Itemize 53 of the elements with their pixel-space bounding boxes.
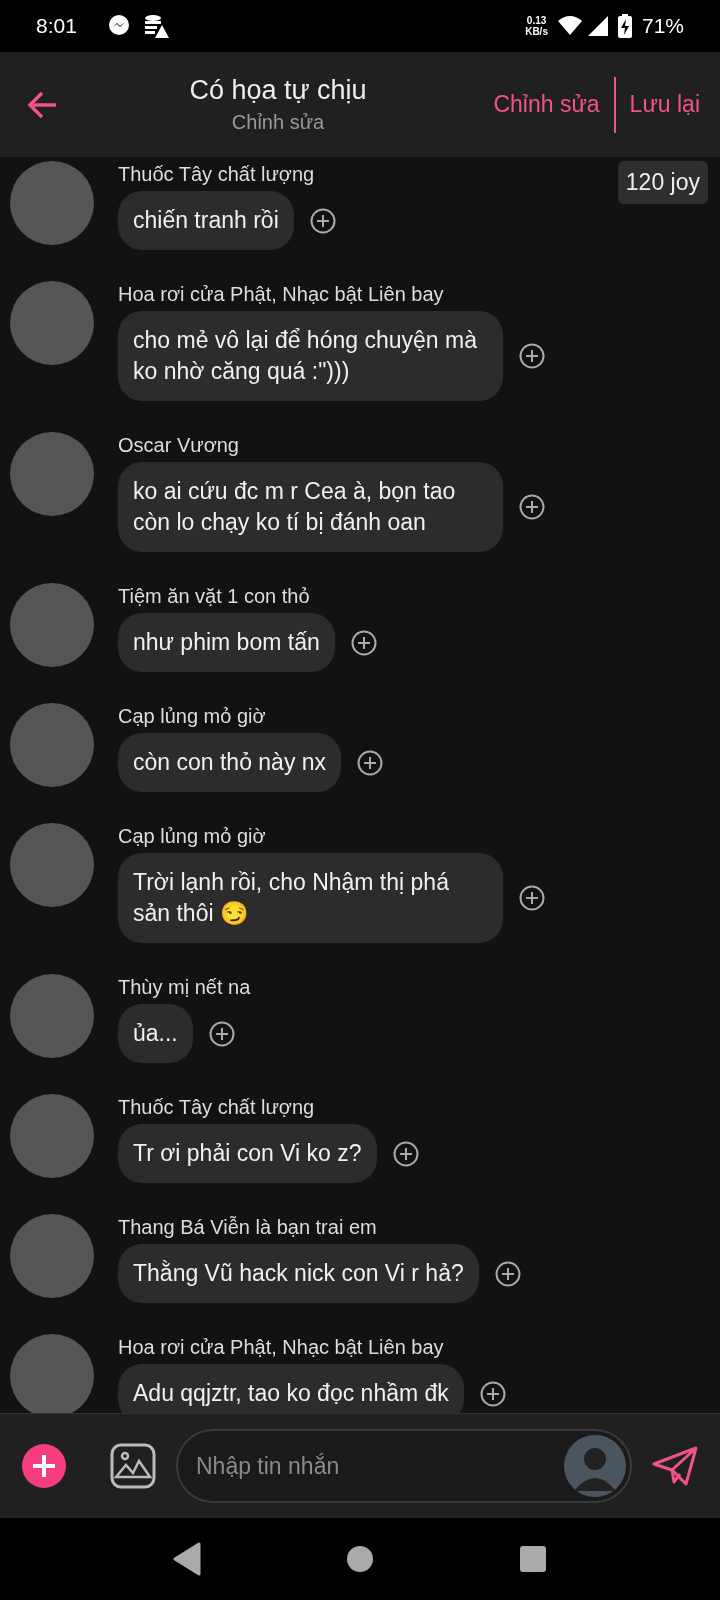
add-reaction-icon[interactable] (519, 494, 545, 520)
recents-icon[interactable] (519, 1545, 548, 1573)
back-icon[interactable] (172, 1542, 201, 1576)
message-bubble: Tr ơi phải con Vi ko z? (118, 1124, 377, 1183)
battery-charging-icon (617, 14, 632, 38)
sender-name: Tiệm ăn vặt 1 con thỏ (118, 584, 311, 609)
message-bubble: cho mẻ vô lại để hóng chuyện mà ko nhờ căng quá :"))) (118, 311, 503, 401)
edit-button[interactable]: Chỉnh sửa (493, 87, 600, 122)
avatar-icon (564, 1435, 626, 1497)
image-icon[interactable] (110, 1443, 156, 1489)
message-bubble: như phim bom tấn (118, 613, 335, 672)
sender-name: Hoa rơi cửa Phật, Nhạc bật Liên bay (118, 1335, 445, 1360)
add-reaction-icon[interactable] (392, 1140, 419, 1167)
sender-name: Thuốc Tây chất lượng (118, 162, 316, 187)
sender-name: Hoa rơi cửa Phật, Nhạc bật Liên bay (118, 282, 445, 307)
message-bubble: chiến tranh rồi (118, 191, 294, 250)
sender-name: Thang Bá Viễn là bạn trai em (118, 1215, 378, 1240)
add-reaction-icon[interactable] (309, 207, 336, 234)
sender-name: Oscar Vương (118, 433, 240, 458)
home-icon[interactable] (346, 1545, 374, 1573)
message-bubble: Thằng Vũ hack nick con Vi r hả? (118, 1244, 479, 1303)
message-bubble: Trời lạnh rồi, cho Nhậm thị phá sản thôi 😏 (118, 853, 503, 943)
chat-title: Có họa tự chịu (188, 73, 368, 107)
sender-name: Thùy mị nết na (118, 975, 251, 1000)
message-bubble: Adu qqjztr, tao ko đọc nhầm đk (118, 1364, 464, 1413)
send-icon[interactable] (652, 1446, 698, 1486)
points-label: 120 joy (617, 161, 708, 204)
message-bubble: còn con thỏ này nx (118, 733, 342, 792)
clock-time: 8:01 (36, 13, 77, 40)
speed-unit: KB/s (525, 26, 548, 37)
add-reaction-icon[interactable] (519, 343, 545, 369)
battery-percent: 71% (641, 13, 684, 40)
add-icon[interactable] (22, 1444, 66, 1488)
add-reaction-icon[interactable] (494, 1260, 521, 1287)
sender-name: Cạp lủng mỏ giờ (118, 704, 267, 729)
network-speed: 0.13 (526, 15, 547, 26)
add-reaction-icon[interactable] (519, 885, 545, 911)
add-reaction-icon[interactable] (479, 1380, 506, 1407)
signal-icon (587, 16, 608, 36)
sender-name: Thuốc Tây chất lượng (118, 1095, 316, 1120)
database-warning-icon (142, 13, 169, 39)
add-reaction-icon[interactable] (350, 629, 377, 656)
message-bubble: ủa... (118, 1004, 193, 1063)
messenger-icon (106, 14, 131, 38)
message-input[interactable]: Nhập tin nhắn (176, 1429, 632, 1503)
wifi-icon (557, 16, 582, 36)
back-arrow-icon[interactable] (26, 89, 58, 120)
save-button[interactable]: Lưu lại (629, 87, 700, 122)
add-reaction-icon[interactable] (208, 1020, 235, 1047)
add-reaction-icon[interactable] (357, 749, 384, 776)
sender-name: Cạp lủng mỏ giờ (118, 824, 267, 849)
chat-subtitle: Chỉnh sửa (230, 109, 326, 135)
message-bubble: ko ai cứu đc m r Cea à, bọn tao còn lo chạy ko tí bị đánh oan (118, 462, 503, 552)
